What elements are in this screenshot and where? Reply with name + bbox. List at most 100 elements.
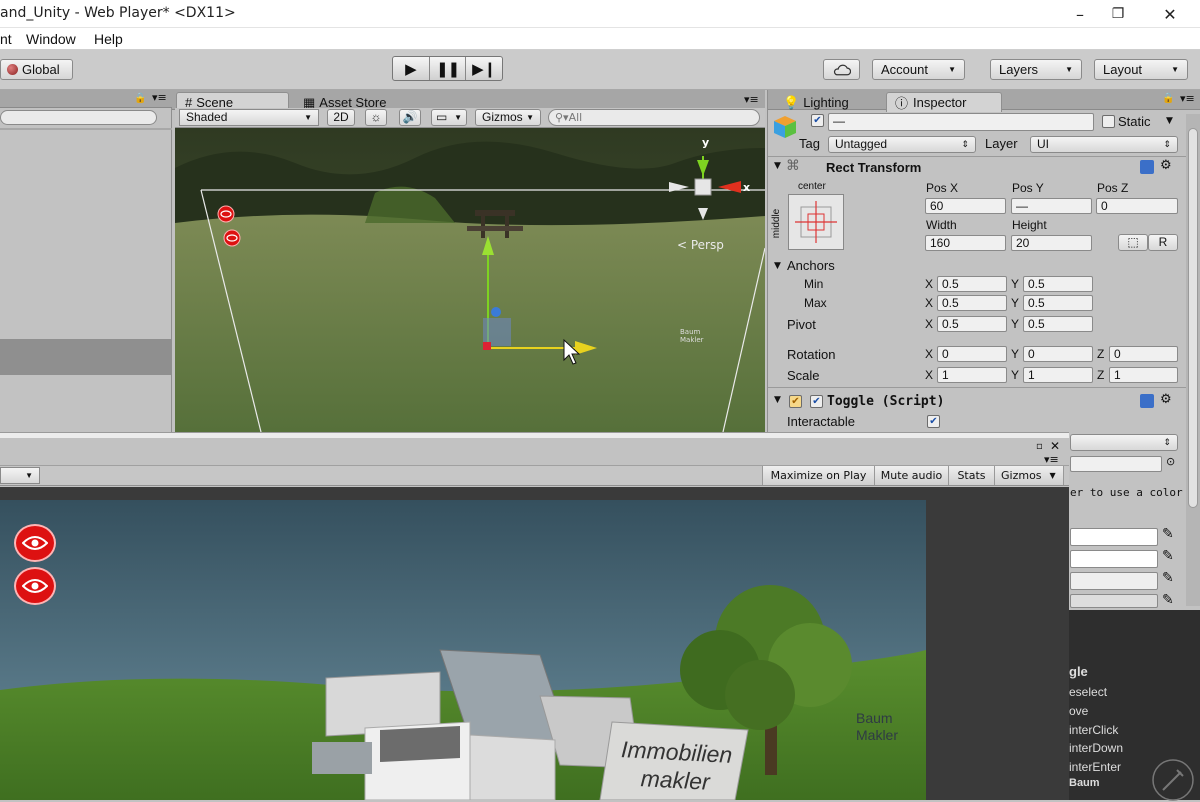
event-item[interactable]: interEnter	[1069, 760, 1121, 774]
layout-dropdown[interactable]: Layout ▼	[1094, 59, 1188, 80]
event-item[interactable]: eselect	[1069, 685, 1107, 699]
rect-transform-icon: ⌘	[786, 158, 800, 174]
pos-x-field[interactable]: 60	[925, 198, 1006, 214]
eyedropper-icon[interactable]: ✎	[1162, 592, 1174, 608]
maximize-small-icon[interactable]: ▫	[1036, 441, 1043, 452]
account-dropdown[interactable]: Account ▼	[872, 59, 965, 80]
normal-color-swatch[interactable]	[1070, 528, 1158, 546]
sun-icon[interactable]: ☼	[365, 109, 387, 126]
interactable-checkbox[interactable]: ✔	[927, 415, 940, 428]
help-book-icon[interactable]	[1140, 160, 1154, 174]
anchor-max-x-field[interactable]: 0.5	[937, 295, 1007, 311]
gear-icon[interactable]: ⚙	[1160, 392, 1172, 407]
close-icon[interactable]: ✕	[1050, 439, 1060, 453]
highlighted-color-swatch[interactable]	[1070, 550, 1158, 568]
anchors-min-label: Min	[804, 277, 824, 291]
height-field[interactable]: 20	[1011, 235, 1092, 251]
audio-icon[interactable]: 🔊	[399, 109, 421, 126]
event-item[interactable]: ove	[1069, 704, 1088, 718]
tab-lighting[interactable]: 💡 Lighting	[774, 92, 874, 112]
event-item[interactable]: interDown	[1069, 741, 1123, 755]
panel-menu-icon[interactable]: ▾≡	[1180, 92, 1195, 105]
menu-window[interactable]: Window	[26, 31, 76, 47]
restore-button[interactable]: ❐	[1094, 0, 1142, 28]
target-graphic-field[interactable]	[1070, 456, 1162, 472]
blueprint-mode-button[interactable]: ⬚	[1118, 234, 1148, 251]
anchor-presets-button[interactable]	[788, 194, 844, 250]
anchor-min-y-field[interactable]: 0.5	[1023, 276, 1093, 292]
pos-z-field[interactable]: 0	[1096, 198, 1178, 214]
pos-y-field[interactable]: —	[1011, 198, 1092, 214]
object-picker-icon[interactable]: ⊙	[1166, 455, 1175, 468]
game-gizmos-label: Gizmos	[1001, 469, 1042, 482]
raw-edit-button[interactable]: R	[1148, 234, 1178, 251]
effects-dropdown[interactable]: ▭ ▼	[431, 109, 467, 126]
lock-icon[interactable]: 🔒	[1162, 93, 1174, 104]
foldout-arrow-icon[interactable]: ▼	[774, 161, 781, 171]
panel-menu-icon[interactable]: ▾≡	[152, 91, 167, 104]
mute-audio-toggle[interactable]: Mute audio	[874, 466, 948, 485]
scene-gizmos-dropdown[interactable]: Gizmos ▼	[475, 109, 541, 126]
rotation-z-field[interactable]: 0	[1109, 346, 1178, 362]
gear-icon[interactable]: ⚙	[1160, 158, 1172, 173]
menu-component[interactable]: nt	[0, 31, 12, 47]
foldout-arrow-icon[interactable]: ▼	[774, 395, 781, 405]
pivot-y-field[interactable]: 0.5	[1023, 316, 1093, 332]
event-item[interactable]: interClick	[1069, 723, 1118, 737]
scale-x-field[interactable]: 1	[937, 367, 1007, 383]
pressed-color-swatch[interactable]	[1070, 572, 1158, 590]
game-viewport[interactable]: Immobilien makler Baum Makler	[0, 500, 926, 800]
tab-inspector[interactable]: ⓘ Inspector	[886, 92, 1002, 112]
mode-2d-button[interactable]: 2D	[327, 109, 355, 126]
active-checkbox[interactable]: ✔	[811, 114, 824, 127]
layers-dropdown[interactable]: Layers ▼	[990, 59, 1082, 80]
eyedropper-icon[interactable]: ✎	[1162, 570, 1174, 586]
static-checkbox[interactable]	[1102, 115, 1115, 128]
shading-mode-dropdown[interactable]: Shaded ▼	[179, 109, 319, 126]
disabled-color-swatch[interactable]	[1070, 594, 1158, 608]
cloud-button[interactable]	[823, 59, 860, 80]
play-button[interactable]: ▶	[393, 57, 430, 80]
close-button[interactable]: ✕	[1146, 0, 1194, 28]
event-item[interactable]: Baum	[1069, 777, 1100, 789]
eyedropper-icon[interactable]: ✎	[1162, 526, 1174, 542]
pivot-global-toggle[interactable]: Global	[0, 59, 73, 80]
gameobject-name-input[interactable]: —	[828, 113, 1094, 131]
chevron-down-icon: ▼	[526, 113, 534, 122]
pivot-x-field[interactable]: 0.5	[937, 316, 1007, 332]
foldout-arrow-icon[interactable]: ▼	[774, 261, 781, 271]
scene-search-input[interactable]: ⚲▾All	[548, 109, 760, 126]
maximize-on-play-toggle[interactable]: Maximize on Play	[762, 466, 874, 485]
layer-dropdown[interactable]: UI ⇕	[1030, 136, 1178, 153]
chevron-down-icon[interactable]: ▼	[1166, 116, 1173, 126]
scale-z-field[interactable]: 1	[1109, 367, 1178, 383]
faint-label-makler: Makler	[680, 336, 704, 344]
anchor-min-x-field[interactable]: 0.5	[937, 276, 1007, 292]
scrollbar-thumb[interactable]	[1188, 128, 1198, 508]
stats-toggle[interactable]: Stats	[948, 466, 994, 485]
lock-icon[interactable]: 🔒	[134, 93, 146, 104]
toggle-enabled-checkbox[interactable]: ✔	[810, 395, 823, 408]
hierarchy-selected-row[interactable]	[0, 339, 172, 375]
scale-y-field[interactable]: 1	[1023, 367, 1093, 383]
menu-help[interactable]: Help	[94, 31, 123, 47]
persp-label[interactable]: < Persp	[677, 238, 724, 252]
visibility-toggle-2[interactable]	[14, 567, 56, 605]
visibility-toggle-1[interactable]	[14, 524, 56, 562]
anchor-max-y-field[interactable]: 0.5	[1023, 295, 1093, 311]
rotation-y-field[interactable]: 0	[1023, 346, 1093, 362]
step-button[interactable]: ▶❙	[466, 57, 502, 80]
transition-dropdown[interactable]: ⇕	[1070, 434, 1178, 451]
panel-menu-icon[interactable]: ▾≡	[744, 93, 759, 106]
scene-viewport[interactable]: y x < Persp Baum Makler	[175, 128, 765, 432]
tag-dropdown[interactable]: Untagged ⇕	[828, 136, 976, 153]
help-book-icon[interactable]	[1140, 394, 1154, 408]
rotation-x-field[interactable]: 0	[937, 346, 1007, 362]
aspect-dropdown[interactable]: ▼	[0, 467, 40, 484]
inspector-scrollbar[interactable]	[1186, 114, 1200, 606]
width-field[interactable]: 160	[925, 235, 1006, 251]
eyedropper-icon[interactable]: ✎	[1162, 548, 1174, 564]
pause-button[interactable]: ❚❚	[430, 57, 467, 80]
game-gizmos-dropdown[interactable]: Gizmos ▼	[994, 466, 1064, 485]
hierarchy-search-input[interactable]	[0, 110, 157, 125]
